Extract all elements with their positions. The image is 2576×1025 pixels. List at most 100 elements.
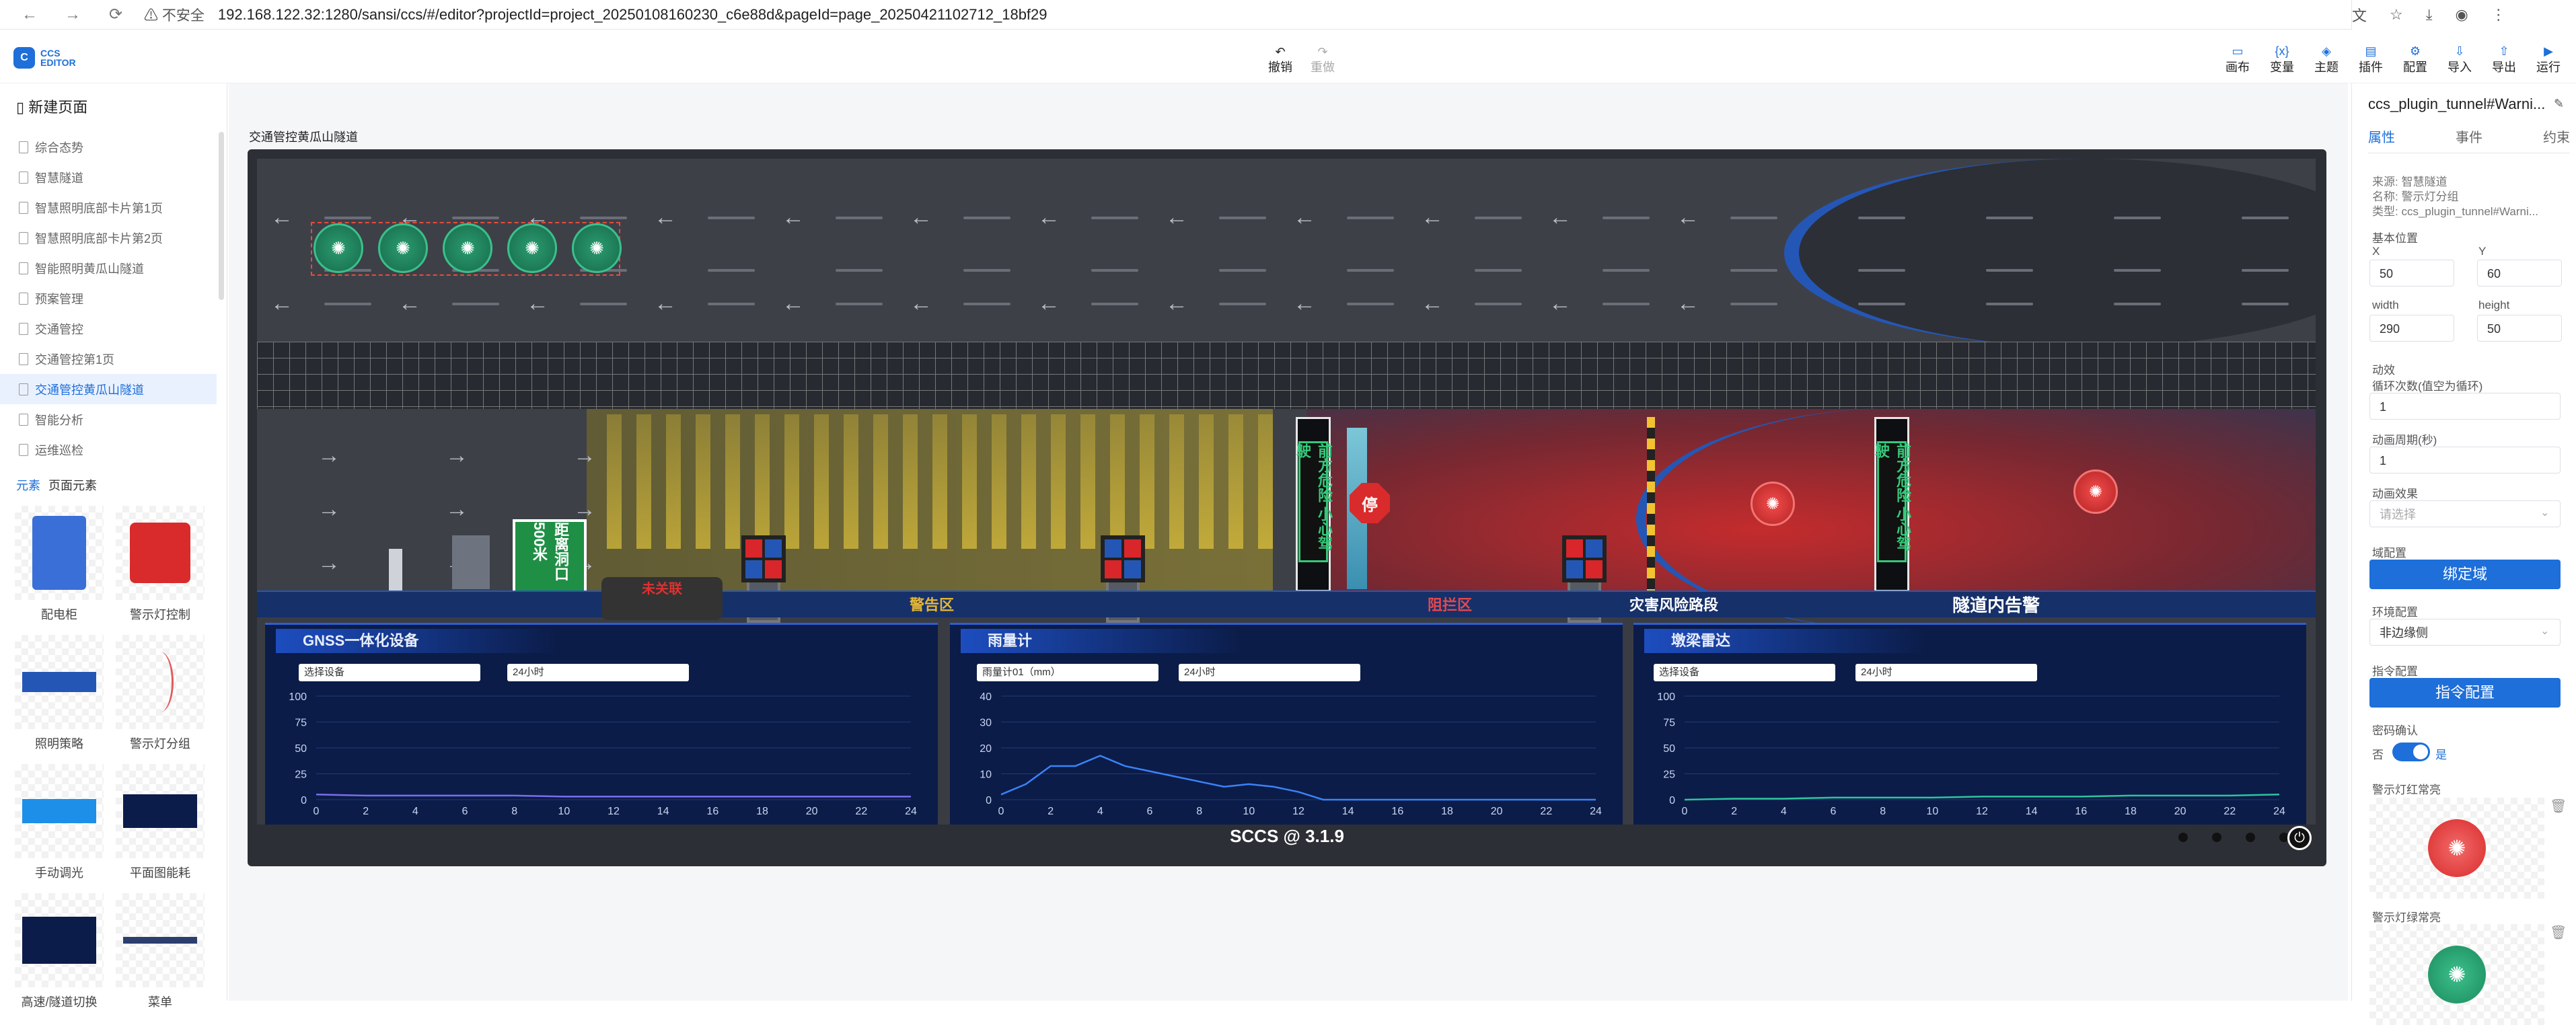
lane-signal[interactable] [1562, 535, 1607, 582]
element-card[interactable]: 菜单 [113, 893, 207, 1013]
tab-page-elements[interactable]: 页面元素 [48, 476, 97, 494]
profile-icon[interactable]: ◉ [2455, 6, 2468, 24]
tool-import[interactable]: ⇩ 导入 [2443, 44, 2476, 75]
time-range-select[interactable]: 24小时 [1179, 664, 1360, 681]
warning-lamp-red[interactable]: ✺ [2073, 469, 2118, 514]
distance-sign[interactable]: 距离洞口500米 [513, 519, 587, 593]
page-item[interactable]: 智慧照明底部卡片第2页 [0, 223, 217, 253]
element-card[interactable]: 平面图能耗 [113, 764, 207, 884]
security-indicator[interactable]: ⚠ 不安全 [144, 5, 205, 25]
lane-signal[interactable] [741, 535, 786, 582]
tab-constraints[interactable]: 约束 [2543, 126, 2570, 146]
lane-signal[interactable] [1101, 535, 1145, 582]
page-item[interactable]: 交通管控第1页 [0, 344, 217, 374]
x-tick-label: 14 [2026, 806, 2038, 817]
light-beam [844, 414, 858, 549]
page-item[interactable]: 智慧照明底部卡片第1页 [0, 192, 217, 223]
element-card[interactable]: 配电柜 [12, 506, 106, 625]
page-dot[interactable] [2246, 833, 2255, 842]
variable-message-sign[interactable]: 前方危险 小心驾驶 [1873, 441, 1911, 562]
camera-pole[interactable] [389, 549, 402, 596]
red-lamp-image[interactable]: ✺ [2369, 798, 2544, 899]
page-dot[interactable] [2212, 833, 2221, 842]
tool-variables[interactable]: {x} 变量 [2265, 44, 2299, 75]
component-meta: 来源: 智慧隧道 名称: 警示灯分组 类型: ccs_plugin_tunnel… [2372, 176, 2538, 218]
time-range-select[interactable]: 24小时 [1855, 664, 2037, 681]
device-select[interactable]: 选择设备 [299, 664, 480, 681]
browser-toolbar: ← → ⟳ ⚠ 不安全 192.168.122.32:1280/sansi/cc… [0, 0, 2576, 30]
tab-events[interactable]: 事件 [2456, 126, 2482, 146]
page-item[interactable]: 智慧隧道 [0, 162, 217, 192]
x-input[interactable]: 50 [2369, 260, 2454, 287]
period-input[interactable]: 1 [2369, 447, 2561, 473]
device-select[interactable]: 选择设备 [1654, 664, 1835, 681]
element-card[interactable]: 警示灯分组 [113, 635, 207, 755]
element-card[interactable]: 手动调光 [12, 764, 106, 884]
tool-plugins[interactable]: ▤ 插件 [2354, 44, 2388, 75]
page-item[interactable]: 运维巡检 [0, 434, 217, 465]
green-lamp-image[interactable]: ✺ [2369, 924, 2544, 1025]
y-input[interactable]: 60 [2477, 260, 2562, 287]
loop-count-input[interactable]: 1 [2369, 393, 2561, 420]
redo-button[interactable]: ↷ 重做 [1311, 46, 1335, 75]
power-icon[interactable]: ⏻ [2287, 826, 2312, 850]
back-icon[interactable]: ← [16, 5, 43, 24]
tool-config[interactable]: ⚙ 配置 [2398, 44, 2432, 75]
warning-lamp-green[interactable]: ✺ [443, 223, 492, 273]
warning-lamp-green[interactable]: ✺ [572, 223, 622, 273]
warning-lamp-green[interactable]: ✺ [507, 223, 557, 273]
element-card[interactable]: 高速/隧道切换 [12, 893, 106, 1013]
trash-icon[interactable]: 🗑 [2550, 798, 2567, 814]
download-icon[interactable]: ⤓ [2426, 6, 2433, 24]
trash-icon[interactable]: 🗑 [2550, 924, 2567, 941]
edit-icon[interactable]: ✎ [2554, 97, 2564, 111]
page-list-scrollbar[interactable] [219, 132, 224, 300]
effect-select[interactable]: 请选择 [2369, 500, 2561, 527]
variable-message-sign[interactable]: 前方危险 小心驾驶 [1294, 441, 1333, 562]
undo-button[interactable]: ↶ 撤销 [1268, 46, 1292, 75]
password-confirm-toggle[interactable] [2392, 743, 2430, 761]
page-item[interactable]: 综合态势 [0, 132, 217, 162]
reload-icon[interactable]: ⟳ [102, 5, 129, 24]
tool-run[interactable]: ▶ 运行 [2532, 44, 2565, 75]
solar-device[interactable] [452, 535, 490, 589]
manual-dimming-thumbnail [15, 764, 104, 858]
new-page-button[interactable]: ▯ 新建页面 [16, 96, 87, 117]
tool-canvas[interactable]: ▭ 画布 [2221, 44, 2254, 75]
width-input[interactable]: 290 [2369, 315, 2454, 342]
element-card[interactable]: 警示灯控制 [113, 506, 207, 625]
warning-lamp-red[interactable]: ✺ [1751, 482, 1795, 526]
time-range-select[interactable]: 24小时 [507, 664, 689, 681]
stop-sign[interactable]: 停 [1350, 483, 1390, 523]
environment-select[interactable]: 非边缘侧 [2369, 619, 2561, 646]
tab-properties[interactable]: 属性 [2368, 126, 2395, 146]
lane-marking [1730, 269, 1777, 272]
canvas-stage[interactable]: ←←←←←←←←←←←←←←←←←←←←←←←←→→→→→→→→→ ✺ ✺ ✺ … [248, 149, 2326, 866]
tab-elements[interactable]: 元素 [16, 476, 40, 494]
forward-icon[interactable]: → [59, 5, 86, 24]
star-icon[interactable]: ☆ [2390, 6, 2403, 24]
menu-icon[interactable]: ⋮ [2491, 6, 2506, 24]
page-item[interactable]: 预案管理 [0, 283, 217, 313]
page-item[interactable]: 交通管控 [0, 313, 217, 344]
element-card[interactable]: 照明策略 [12, 635, 106, 755]
translate-icon[interactable]: 文 [2352, 4, 2367, 26]
height-input[interactable]: 50 [2477, 315, 2562, 342]
page-dot[interactable] [2178, 833, 2188, 842]
warning-lamp-green[interactable]: ✺ [378, 223, 428, 273]
tool-export[interactable]: ⇧ 导出 [2487, 44, 2521, 75]
command-config-button[interactable]: 指令配置 [2369, 678, 2561, 708]
tool-theme[interactable]: ◈ 主题 [2310, 44, 2343, 75]
page-item[interactable]: 智能照明黄瓜山隧道 [0, 253, 217, 283]
x-tick-label: 20 [1491, 806, 1503, 817]
warning-lamp-green[interactable]: ✺ [314, 223, 363, 273]
y-tick-label: 100 [1657, 691, 1675, 703]
page-item-active[interactable]: 交通管控黄瓜山隧道 [0, 374, 217, 404]
y-tick-label: 40 [980, 691, 992, 703]
boom-barrier[interactable] [1647, 417, 1655, 592]
address-bar[interactable]: 192.168.122.32:1280/sansi/ccs/#/editor?p… [218, 6, 1047, 24]
device-select[interactable]: 雨量计01（mm） [977, 664, 1158, 681]
bind-domain-button[interactable]: 绑定域 [2369, 560, 2561, 589]
lane-arrow-icon: ← [270, 204, 293, 230]
page-item[interactable]: 智能分析 [0, 404, 217, 434]
